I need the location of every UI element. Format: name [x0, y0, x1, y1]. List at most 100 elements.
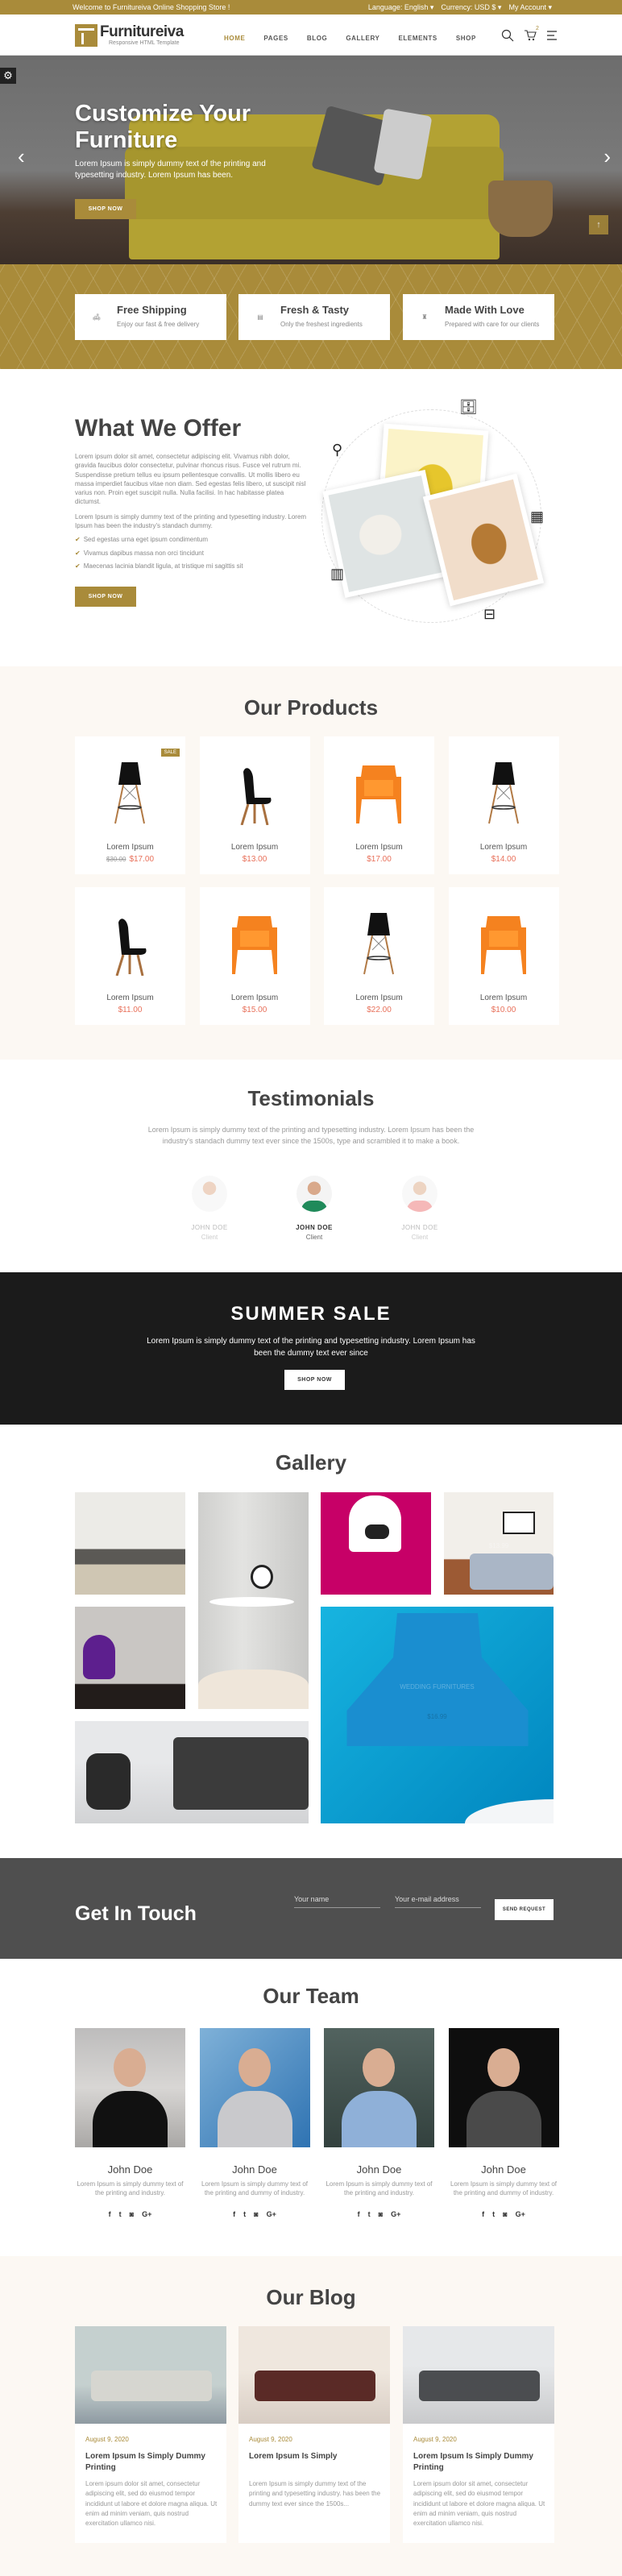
- instagram-icon[interactable]: ◙: [503, 2210, 507, 2218]
- facebook-icon[interactable]: f: [358, 2210, 360, 2218]
- cart-button[interactable]: 2: [524, 26, 539, 45]
- nav-elements[interactable]: ELEMENTS: [398, 35, 437, 42]
- gallery-image-dark-sofa[interactable]: [75, 1721, 309, 1823]
- contact-section: Get In Touch SEND REQUEST: [0, 1858, 622, 1959]
- slider-next-arrow-icon[interactable]: ›: [603, 144, 611, 169]
- nav-gallery[interactable]: GALLERY: [346, 35, 379, 42]
- welcome-text: Welcome to Furnitureiva Online Shopping …: [73, 3, 230, 11]
- product-card[interactable]: Lorem Ipsum $15.00: [199, 887, 310, 1025]
- product-card[interactable]: Lorem Ipsum $14.00: [448, 736, 559, 874]
- blog-image[interactable]: [75, 2326, 226, 2424]
- product-price: $14.00: [491, 855, 516, 864]
- blog-card[interactable]: August 9, 2020 Lorem Ipsum Is Simply Dumm…: [403, 2326, 554, 2543]
- language-dropdown[interactable]: Language: English ▾: [368, 3, 434, 12]
- blog-section: Our Blog August 9, 2020 Lorem Ipsum Is Si…: [0, 2256, 622, 2576]
- gallery-image-grey-sofa[interactable]: $13.99: [444, 1492, 554, 1595]
- settings-icon[interactable]: ⚙: [0, 68, 16, 84]
- blog-post-title[interactable]: Lorem Ipsum Is Simply Dummy Printing: [413, 2451, 546, 2474]
- slider-prev-arrow-icon[interactable]: ‹: [18, 144, 25, 169]
- logo-name[interactable]: Furnitureiva: [100, 23, 184, 41]
- sale-title: SUMMER SALE: [230, 1303, 392, 1325]
- sale-shop-now-button[interactable]: SHOP NOW: [284, 1370, 345, 1390]
- google-plus-icon[interactable]: G+: [267, 2210, 276, 2218]
- testimonial-person[interactable]: JOHN DOE Client: [181, 1176, 238, 1241]
- products-section: Our Products SALE Lorem Ipsum $30.00 $17.00…: [0, 666, 622, 1060]
- product-name[interactable]: Lorem Ipsum: [449, 843, 559, 852]
- product-price: $11.00: [118, 1006, 143, 1014]
- product-card[interactable]: Lorem Ipsum $17.00: [324, 736, 434, 874]
- gallery-image-pink-chair[interactable]: [321, 1492, 431, 1595]
- sale-text: Lorem Ipsum is simply dummy text of the …: [147, 1337, 475, 1358]
- name-input[interactable]: [294, 1890, 380, 1908]
- twitter-icon[interactable]: t: [368, 2210, 371, 2218]
- blog-post-title[interactable]: Lorem Ipsum Is Simply: [249, 2451, 382, 2462]
- gallery-image-purple-chair[interactable]: [75, 1607, 185, 1709]
- product-name[interactable]: Lorem Ipsum: [75, 843, 185, 852]
- top-bar: Welcome to Furnitureiva Online Shopping …: [0, 0, 622, 15]
- gallery-image-living-room[interactable]: [75, 1492, 185, 1595]
- account-dropdown[interactable]: My Account ▾: [508, 3, 552, 12]
- nav-pages[interactable]: PAGES: [263, 35, 288, 42]
- facebook-icon[interactable]: f: [482, 2210, 484, 2218]
- blog-card[interactable]: August 9, 2020 Lorem Ipsum Is Simply Lorem…: [238, 2326, 390, 2543]
- twitter-icon[interactable]: t: [119, 2210, 122, 2218]
- blog-image[interactable]: [238, 2326, 390, 2424]
- testimonial-person-active[interactable]: JOHN DOE Client: [286, 1176, 342, 1241]
- nav-shop[interactable]: SHOP: [456, 35, 476, 42]
- product-price: $13.00: [242, 855, 267, 864]
- product-card[interactable]: Lorem Ipsum $22.00: [324, 887, 434, 1025]
- google-plus-icon[interactable]: G+: [516, 2210, 525, 2218]
- instagram-icon[interactable]: ◙: [130, 2210, 134, 2218]
- hero-shop-now-button[interactable]: SHOP NOW: [75, 199, 136, 219]
- feature-text: Only the freshest ingredients: [280, 321, 363, 328]
- nav-blog[interactable]: BLOG: [307, 35, 328, 42]
- hero-basket-image: [488, 180, 553, 237]
- email-input[interactable]: [395, 1890, 481, 1908]
- product-name[interactable]: Lorem Ipsum: [75, 993, 185, 1002]
- product-card[interactable]: Lorem Ipsum $13.00: [199, 736, 310, 874]
- product-name[interactable]: Lorem Ipsum: [324, 843, 434, 852]
- instagram-icon[interactable]: ◙: [254, 2210, 258, 2218]
- blog-card[interactable]: August 9, 2020 Lorem Ipsum Is Simply Dumm…: [75, 2326, 226, 2543]
- avatar: [192, 1176, 227, 1212]
- currency-dropdown[interactable]: Currency: USD $ ▾: [441, 3, 501, 12]
- gallery-image-side-table[interactable]: $12.99: [198, 1492, 309, 1709]
- team-name: John Doe: [481, 2163, 526, 2176]
- scroll-to-top-button[interactable]: ↑: [589, 215, 608, 234]
- twitter-icon[interactable]: t: [243, 2210, 246, 2218]
- product-name[interactable]: Lorem Ipsum: [200, 993, 310, 1002]
- instagram-icon[interactable]: ◙: [379, 2210, 383, 2218]
- google-plus-icon[interactable]: G+: [142, 2210, 151, 2218]
- team-photo: [324, 2028, 434, 2147]
- menu-icon[interactable]: [546, 29, 558, 42]
- sale-badge: SALE: [160, 749, 180, 757]
- facebook-icon[interactable]: f: [109, 2210, 111, 2218]
- search-icon[interactable]: [501, 29, 514, 42]
- blog-image[interactable]: [403, 2326, 554, 2424]
- blog-post-title[interactable]: Lorem Ipsum Is Simply Dummy Printing: [85, 2451, 218, 2474]
- team-text: Lorem Ipsum is simply dummy text of the …: [326, 2180, 433, 2196]
- offer-list: ✔ Sed egestas urna eget ipsum condimentum…: [75, 536, 243, 576]
- offer-shop-now-button[interactable]: SHOP NOW: [75, 587, 136, 607]
- chandelier-icon: ⚲: [332, 442, 343, 458]
- product-price: $10.00: [491, 1006, 516, 1014]
- product-image-black-chair: [240, 768, 272, 825]
- google-plus-icon[interactable]: G+: [391, 2210, 400, 2218]
- product-card[interactable]: SALE Lorem Ipsum $30.00 $17.00: [75, 736, 185, 874]
- product-name[interactable]: Lorem Ipsum: [324, 993, 434, 1002]
- testimonial-person[interactable]: JOHN DOE Client: [392, 1176, 448, 1241]
- product-name[interactable]: Lorem Ipsum: [200, 843, 310, 852]
- product-card[interactable]: Lorem Ipsum $10.00: [448, 887, 559, 1025]
- logo-icon[interactable]: [75, 24, 97, 47]
- product-card[interactable]: Lorem Ipsum $11.00: [75, 887, 185, 1025]
- twitter-icon[interactable]: t: [492, 2210, 495, 2218]
- gallery-image-blue-chair[interactable]: WEDDING FURNITURES $16.99: [321, 1607, 554, 1823]
- blog-excerpt: Lorem ipsum dolor sit amet, consectetur …: [85, 2480, 218, 2528]
- product-name[interactable]: Lorem Ipsum: [449, 993, 559, 1002]
- facebook-icon[interactable]: f: [233, 2210, 235, 2218]
- list-item: ✔ Vivamus dapibus massa non orci tincidun…: [75, 549, 204, 557]
- avatar: [296, 1176, 332, 1212]
- send-request-button[interactable]: SEND REQUEST: [495, 1899, 554, 1920]
- nav-home[interactable]: HOME: [224, 35, 245, 42]
- summer-sale-banner: SUMMER SALE Lorem Ipsum is simply dummy …: [0, 1272, 622, 1425]
